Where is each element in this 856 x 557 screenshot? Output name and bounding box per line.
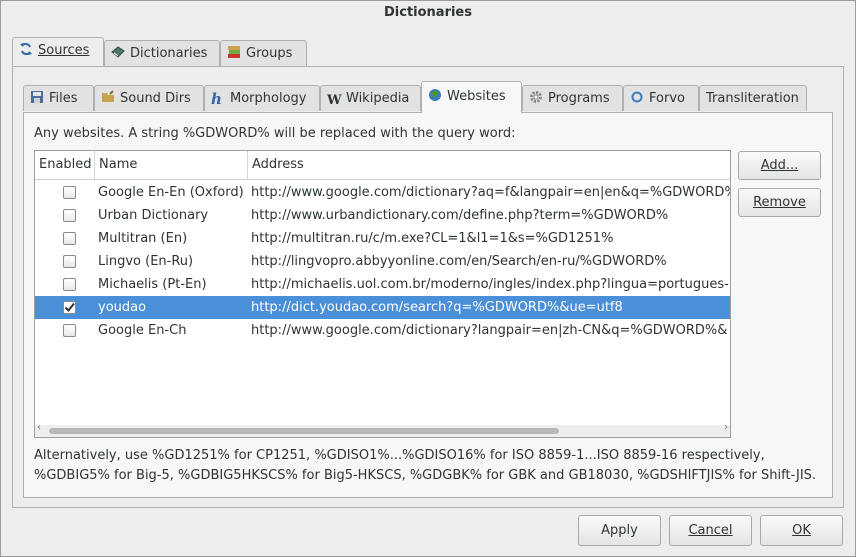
table-row[interactable]: Michaelis (Pt-En) http://michaelis.uol.c… [35,273,730,296]
site-name: Michaelis (Pt-En) [98,277,207,292]
tab-morphology[interactable]: h Morphology [204,85,320,111]
refresh-icon [19,40,33,55]
column-address[interactable]: Address [248,151,730,179]
site-address: http://www.google.com/dictionary?aq=f&la… [251,185,730,200]
tab-files[interactable]: Files [23,85,94,111]
enabled-checkbox[interactable] [63,278,76,291]
tab-dictionaries-label: Dictionaries [130,46,208,61]
cancel-button[interactable]: Cancel [669,515,752,546]
websites-description: Any websites. A string %GDWORD% will be … [34,126,516,141]
tab-sources-label: Sources [38,43,90,58]
table-row[interactable]: Urban Dictionary http://www.urbandiction… [35,204,730,227]
tab-programs[interactable]: Programs [522,85,623,111]
apply-button-label: Apply [601,523,638,538]
table-row[interactable]: Google En-En (Oxford) http://www.google.… [35,181,730,204]
wikipedia-icon: W [327,93,342,108]
column-name[interactable]: Name [95,151,248,179]
enabled-checkbox[interactable] [63,186,76,199]
book-icon [111,43,125,58]
encoding-note-line1: Alternatively, use %GD1251% for CP1251, … [34,448,765,463]
tab-dictionaries[interactable]: Dictionaries [104,40,220,66]
site-name: Urban Dictionary [98,208,209,223]
tab-groups-label: Groups [246,46,293,61]
tab-wikipedia-label: Wikipedia [346,91,410,106]
encoding-note-line2: %GDBIG5% for Big-5, %GDBIG5HKSCS% for Bi… [34,468,817,483]
tab-files-label: Files [49,91,78,106]
globe-icon [428,84,442,101]
table-header: Enabled Name Address [35,151,730,180]
tab-websites-label: Websites [447,89,506,104]
ok-button-label: OK [792,523,811,538]
site-name: youdao [98,300,147,315]
tab-sound-dirs[interactable]: Sound Dirs [94,85,204,111]
forvo-icon [630,88,644,103]
tab-websites[interactable]: Websites [421,81,522,113]
folder-sound-icon [101,88,115,102]
site-address: http://michaelis.uol.com.br/moderno/ingl… [251,277,730,292]
scroll-left-icon[interactable]: ‹ [37,422,41,433]
scrollbar-thumb[interactable] [49,428,559,434]
floppy-icon [30,88,44,103]
enabled-checkbox[interactable] [63,324,76,337]
site-address: http://www.google.com/dictionary?langpai… [251,323,728,338]
site-name: Google En-Ch [98,323,187,338]
site-address: http://www.urbandictionary.com/define.ph… [251,208,669,223]
site-name: Multitran (En) [98,231,188,246]
window-title: Dictionaries [383,5,472,20]
tab-wikipedia[interactable]: W Wikipedia [320,85,421,111]
horizontal-scrollbar[interactable]: ‹ › [35,422,730,437]
remove-button[interactable]: Remove [738,188,821,217]
table-row[interactable]: Multitran (En) http://multitran.ru/c/m.e… [35,227,730,250]
checkmark-icon [64,302,75,313]
enabled-checkbox[interactable] [63,232,76,245]
tab-forvo-label: Forvo [649,91,685,106]
tab-morphology-label: Morphology [230,91,307,106]
books-stack-icon [227,43,241,58]
add-button[interactable]: Add... [738,151,821,180]
tab-sound-dirs-label: Sound Dirs [120,91,191,106]
table-row-selected[interactable]: youdao http://dict.youdao.com/search?q=%… [35,296,730,319]
tab-programs-label: Programs [548,91,610,106]
cancel-button-label: Cancel [688,523,733,538]
site-name: Lingvo (En-Ru) [98,254,194,269]
remove-button-label: Remove [753,195,806,210]
apply-button[interactable]: Apply [578,515,661,546]
gear-icon [529,88,543,103]
websites-table[interactable]: Enabled Name Address Google En-En (Oxfor… [34,150,731,438]
tab-groups[interactable]: Groups [220,40,307,66]
site-address: http://dict.youdao.com/search?q=%GDWORD%… [251,300,623,315]
tab-forvo[interactable]: Forvo [623,85,699,111]
tab-transliteration[interactable]: Transliteration [699,85,807,111]
site-name: Google En-En (Oxford) [98,185,244,200]
column-enabled[interactable]: Enabled [35,151,95,179]
add-button-label: Add... [760,158,799,173]
site-address: http://multitran.ru/c/m.exe?CL=1&l1=1&s=… [251,231,614,246]
scroll-right-icon[interactable]: › [724,422,728,433]
morphology-icon: h [211,90,222,108]
table-row[interactable]: Google En-Ch http://www.google.com/dicti… [35,319,730,342]
ok-button[interactable]: OK [760,515,843,546]
site-address: http://lingvopro.abbyyonline.com/en/Sear… [251,254,667,269]
enabled-checkbox[interactable] [63,255,76,268]
tab-transliteration-label: Transliteration [706,91,799,106]
enabled-checkbox[interactable] [63,301,76,314]
enabled-checkbox[interactable] [63,209,76,222]
tab-sources[interactable]: Sources [12,37,104,66]
table-row[interactable]: Lingvo (En-Ru) http://lingvopro.abbyyonl… [35,250,730,273]
